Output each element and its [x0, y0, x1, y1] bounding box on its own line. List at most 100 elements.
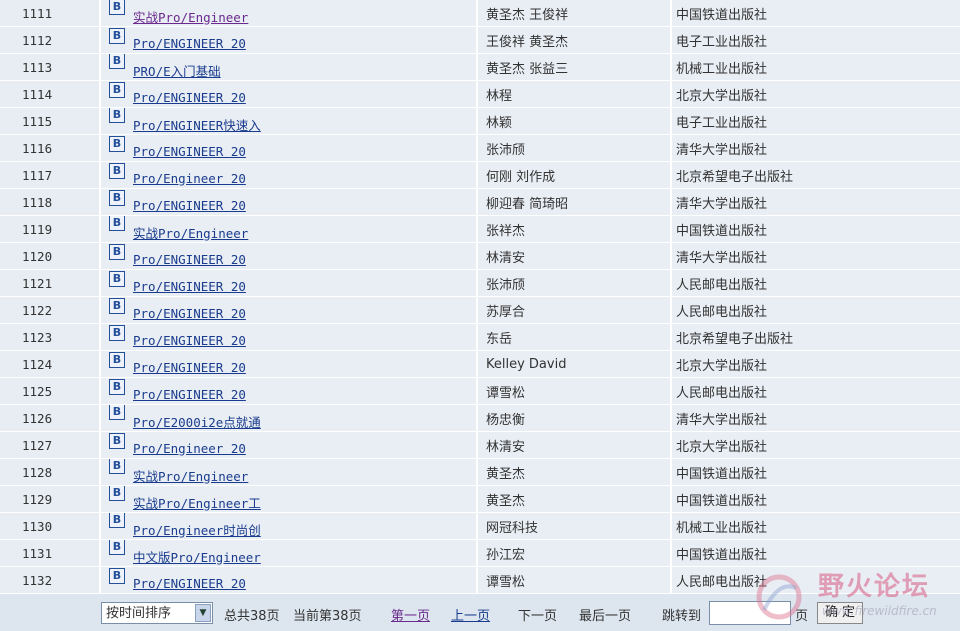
book-title-link[interactable]: Pro/ENGINEER 20: [133, 90, 246, 105]
book-title-link[interactable]: Pro/ENGINEER 20: [133, 306, 246, 321]
last-page-text[interactable]: 最后一页: [579, 605, 631, 624]
author-cell: 谭雪松: [476, 377, 671, 405]
author: 张沛颀: [486, 142, 526, 158]
publisher: 中国铁道出版社: [676, 223, 768, 239]
author-cell: 林颖: [476, 107, 671, 135]
book-icon[interactable]: B: [109, 297, 125, 314]
book-title-link[interactable]: Pro/Engineer时尚创: [133, 520, 261, 539]
title-cell: B Pro/ENGINEER 20: [99, 269, 477, 297]
book-title-link[interactable]: Pro/ENGINEER 20: [133, 576, 246, 591]
book-title-link[interactable]: 中文版Pro/Engineer: [133, 547, 261, 566]
jump-page-input[interactable]: [709, 601, 791, 625]
book-title-link[interactable]: Pro/Engineer 20: [133, 171, 246, 186]
book-icon[interactable]: B: [109, 53, 125, 69]
next-page-text[interactable]: 下一页: [518, 605, 557, 624]
publisher-cell: 中国铁道出版社: [670, 0, 960, 27]
first-page-link[interactable]: 第一页: [391, 605, 430, 624]
publisher: 北京大学出版社: [676, 88, 768, 104]
book-icon[interactable]: B: [109, 324, 125, 341]
row-number: 1113: [0, 53, 100, 81]
book-title-link[interactable]: 实战Pro/Engineer: [133, 7, 248, 26]
author: 张祥杰: [486, 223, 526, 239]
publisher-cell: 北京大学出版社: [670, 350, 960, 378]
book-title-link[interactable]: Pro/ENGINEER 20: [133, 333, 246, 348]
book-title-link[interactable]: Pro/E2000i2e点就通: [133, 412, 261, 431]
book-icon[interactable]: B: [109, 27, 125, 44]
book-title-link[interactable]: Pro/ENGINEER 20: [133, 252, 246, 267]
book-title-link[interactable]: Pro/ENGINEER快速入: [133, 115, 261, 134]
row-number: 1132: [0, 566, 100, 594]
publisher: 人民邮电出版社: [676, 574, 768, 590]
confirm-button[interactable]: 确 定: [817, 602, 863, 624]
title-cell: B Pro/ENGINEER 20: [99, 80, 477, 108]
author: Kelley David: [486, 356, 567, 372]
book-title-link[interactable]: 实战Pro/Engineer: [133, 223, 248, 242]
table-row: 1117 B Pro/Engineer 20 何刚 刘作成 北京希望电子出版社: [0, 161, 960, 189]
book-title-link[interactable]: Pro/ENGINEER 20: [133, 387, 246, 402]
author-cell: Kelley David: [476, 350, 671, 378]
author-cell: 林清安: [476, 242, 671, 270]
book-title-link[interactable]: Pro/ENGINEER 20: [133, 198, 246, 213]
table-row: 1121 B Pro/ENGINEER 20 张沛颀 人民邮电出版社: [0, 269, 960, 297]
book-icon[interactable]: B: [109, 458, 125, 474]
publisher-cell: 清华大学出版社: [670, 134, 960, 162]
book-icon[interactable]: B: [109, 107, 125, 123]
book-icon[interactable]: B: [109, 351, 125, 368]
book-icon[interactable]: B: [109, 567, 125, 584]
book-title-link[interactable]: Pro/ENGINEER 20: [133, 144, 246, 159]
publisher: 机械工业出版社: [676, 520, 768, 536]
row-number: 1118: [0, 188, 100, 216]
book-title-link[interactable]: Pro/ENGINEER 20: [133, 360, 246, 375]
row-number: 1129: [0, 485, 100, 513]
table-row: 1132 B Pro/ENGINEER 20 谭雪松 人民邮电出版社: [0, 566, 960, 594]
book-icon[interactable]: B: [109, 162, 125, 179]
author-cell: 王俊祥 黄圣杰: [476, 26, 671, 54]
book-icon[interactable]: B: [109, 135, 125, 152]
author-cell: 苏厚合: [476, 296, 671, 324]
author: 东岳: [486, 331, 513, 347]
publisher: 北京大学出版社: [676, 358, 768, 374]
book-icon[interactable]: B: [109, 539, 125, 555]
book-title-link[interactable]: PRO/E入门基础: [133, 61, 221, 80]
publisher: 清华大学出版社: [676, 412, 768, 428]
book-icon[interactable]: B: [109, 485, 125, 501]
row-number: 1125: [0, 377, 100, 405]
publisher-cell: 北京希望电子出版社: [670, 161, 960, 189]
author: 网冠科技: [486, 520, 539, 536]
book-icon[interactable]: B: [109, 0, 125, 15]
chevron-down-icon[interactable]: ▼: [195, 604, 211, 622]
book-title-link[interactable]: Pro/ENGINEER 20: [133, 36, 246, 51]
row-number: 1130: [0, 512, 100, 540]
book-icon[interactable]: B: [109, 432, 125, 449]
book-icon[interactable]: B: [109, 189, 125, 206]
author-cell: 张沛颀: [476, 134, 671, 162]
prev-page-link[interactable]: 上一页: [451, 605, 490, 624]
book-title-link[interactable]: 实战Pro/Engineer工: [133, 493, 261, 512]
row-number: 1117: [0, 161, 100, 189]
jump-to-label: 跳转到: [662, 609, 702, 624]
publisher: 人民邮电出版社: [676, 277, 768, 293]
book-icon[interactable]: B: [109, 512, 125, 528]
author-cell: 何刚 刘作成: [476, 161, 671, 189]
publisher: 清华大学出版社: [676, 142, 768, 158]
table-row: 1118 B Pro/ENGINEER 20 柳迎春 简琦昭 清华大学出版社: [0, 188, 960, 216]
title-cell: B Pro/ENGINEER 20: [99, 377, 477, 405]
book-icon[interactable]: B: [109, 81, 125, 98]
book-title-link[interactable]: 实战Pro/Engineer: [133, 466, 248, 485]
author: 苏厚合: [486, 304, 526, 320]
table-row: 1119 B 实战Pro/Engineer 张祥杰 中国铁道出版社: [0, 215, 960, 243]
book-title-link[interactable]: Pro/Engineer 20: [133, 441, 246, 456]
book-icon[interactable]: B: [109, 270, 125, 287]
row-number: 1122: [0, 296, 100, 324]
publisher-cell: 中国铁道出版社: [670, 215, 960, 243]
author: 林清安: [486, 250, 526, 266]
sort-select[interactable]: 按时间排序 ▼: [101, 602, 213, 624]
table-row: 1114 B Pro/ENGINEER 20 林程 北京大学出版社: [0, 80, 960, 108]
book-icon[interactable]: B: [109, 404, 125, 420]
book-icon[interactable]: B: [109, 243, 125, 260]
book-icon[interactable]: B: [109, 215, 125, 231]
book-icon[interactable]: B: [109, 378, 125, 395]
book-title-link[interactable]: Pro/ENGINEER 20: [133, 279, 246, 294]
publisher: 电子工业出版社: [676, 34, 768, 50]
author: 杨忠衡: [486, 412, 526, 428]
